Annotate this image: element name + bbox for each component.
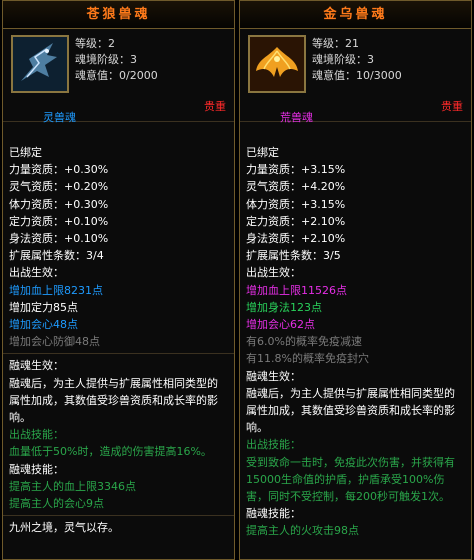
fusion-skill-line: 提高主人的火攻击98点 xyxy=(246,524,359,538)
attr-line: 定力资质：+0.10% xyxy=(9,214,109,228)
rarity-label: 贵重 xyxy=(441,100,463,113)
attr-line: 定力资质：+2.10% xyxy=(246,214,346,228)
item-title: 苍狼兽魂 xyxy=(3,1,234,29)
tooltip-panel-right: 金乌兽魂 等级：21 魂境阶级：3 魂意值：10/3000 荒兽魂 贵重 已绑定… xyxy=(239,0,472,560)
attr-line: 体力资质：+0.30% xyxy=(9,197,109,211)
effect-line: 有6.0%的概率免疫减速 xyxy=(246,335,362,349)
item-stats: 等级：21 魂境阶级：3 魂意值：10/3000 xyxy=(312,36,402,84)
item-body: 已绑定 力量资质：+3.15% 灵气资质：+4.20% 体力资质：+3.15% … xyxy=(240,138,471,540)
effect-line: 增加血上限11526点 xyxy=(246,283,347,297)
attr-line: 灵气资质：+0.20% xyxy=(9,180,109,194)
bound-status: 已绑定 xyxy=(246,146,279,159)
level-text: 等级：2 xyxy=(75,37,115,50)
realm-level-text: 魂境阶级：3 xyxy=(312,53,374,66)
item-type: 荒兽魂 xyxy=(280,111,313,124)
fusion-description: 融魂后，为主人提供与扩展属性相同类型的属性加成，其数值受珍兽资质和成长率的影响。 xyxy=(246,386,455,435)
item-type: 灵兽魂 xyxy=(43,111,76,124)
flavor-text: 九州之境，灵气以存。 xyxy=(9,521,119,535)
effect-line: 增加血上限8231点 xyxy=(9,283,103,297)
effect-line: 有11.8%的概率免疫封穴 xyxy=(246,352,369,366)
item-header: 等级：21 魂境阶级：3 魂意值：10/3000 荒兽魂 xyxy=(240,29,471,124)
tooltip-panel-left: 苍狼兽魂 等级：2 魂境阶级：3 魂意值：0/2000 灵兽魂 贵重 已绑定 力… xyxy=(2,0,235,560)
fusion-skill-line: 提高主人的会心9点 xyxy=(9,497,104,511)
golden-crow-icon xyxy=(248,35,306,93)
attr-line: 灵气资质：+4.20% xyxy=(246,180,346,194)
battle-effect-title: 出战生效： xyxy=(246,266,301,280)
rarity-label: 贵重 xyxy=(204,100,226,113)
fusion-skill-title: 融魂技能： xyxy=(9,462,64,476)
item-title: 金乌兽魂 xyxy=(240,1,471,29)
fusion-effect-title: 融魂生效： xyxy=(246,369,301,383)
effect-line: 增加定力85点 xyxy=(9,300,78,314)
expand-count: 扩展属性条数：3/4 xyxy=(9,249,104,263)
effect-line: 增加会心62点 xyxy=(246,318,315,332)
wolf-spirit-icon xyxy=(11,35,69,93)
battle-effect-title: 出战生效： xyxy=(9,266,64,280)
effect-line: 增加身法123点 xyxy=(246,300,322,314)
battle-skill-title: 出战技能： xyxy=(9,428,64,442)
item-stats: 等级：2 魂境阶级：3 魂意值：0/2000 xyxy=(75,36,158,84)
realm-level-text: 魂境阶级：3 xyxy=(75,53,137,66)
fusion-skill-line: 提高主人的血上限3346点 xyxy=(9,479,136,493)
soul-value-text: 魂意值：0/2000 xyxy=(75,69,158,82)
level-text: 等级：21 xyxy=(312,37,359,50)
fusion-description: 融魂后，为主人提供与扩展属性相同类型的属性加成，其数值受珍兽资质和成长率的影响。 xyxy=(9,376,218,425)
attr-line: 力量资质：+0.30% xyxy=(9,163,109,177)
bound-status: 已绑定 xyxy=(9,146,42,159)
effect-line: 增加会心48点 xyxy=(9,318,78,332)
soul-value-text: 魂意值：10/3000 xyxy=(312,69,402,82)
item-header: 等级：2 魂境阶级：3 魂意值：0/2000 灵兽魂 xyxy=(3,29,234,124)
attr-line: 体力资质：+3.15% xyxy=(246,197,346,211)
battle-skill-text: 血量低于50%时，造成的伤害提高16%。 xyxy=(9,445,212,459)
divider xyxy=(3,515,234,517)
item-body: 已绑定 力量资质：+0.30% 灵气资质：+0.20% 体力资质：+0.30% … xyxy=(3,138,234,536)
attr-line: 身法资质：+2.10% xyxy=(246,232,346,246)
divider xyxy=(3,353,234,355)
fusion-effect-title: 融魂生效： xyxy=(9,359,64,373)
expand-count: 扩展属性条数：3/5 xyxy=(246,249,341,263)
attr-line: 力量资质：+3.15% xyxy=(246,163,346,177)
fusion-skill-title: 融魂技能： xyxy=(246,507,301,521)
battle-skill-title: 出战技能： xyxy=(246,438,301,452)
battle-skill-text: 受到致命一击时，免疫此次伤害，并获得有15000生命值的护盾，护盾承受100%伤… xyxy=(246,455,455,504)
effect-line: 增加会心防御48点 xyxy=(9,335,100,349)
attr-line: 身法资质：+0.10% xyxy=(9,232,109,246)
